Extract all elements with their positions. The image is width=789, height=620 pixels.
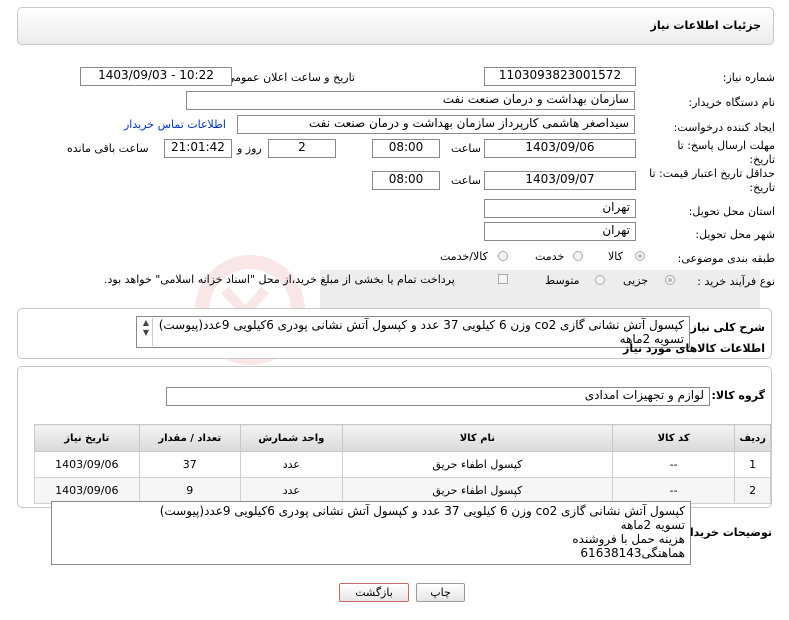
process-option-medium: متوسط [545, 274, 580, 287]
reply-days-field[interactable]: 2 [268, 139, 336, 158]
description-label: شرح کلی نیاز: [686, 321, 765, 334]
cell-row: 2 [734, 477, 771, 504]
buyer-org-label: نام دستگاه خریدار: [688, 96, 775, 109]
cell-goods-code: -- [612, 477, 736, 504]
header-goods-code: کد کالا [612, 424, 736, 452]
announce-label: تاریخ و ساعت اعلان عمومی: [222, 71, 355, 84]
price-time-label: ساعت [451, 174, 481, 187]
category-radio-goods[interactable] [635, 251, 645, 261]
buyer-notes-line-1: کپسول آتش نشانی گازی co2 وزن 6 کیلویی 37… [159, 504, 685, 518]
goods-group-label: گروه کالا: [711, 389, 765, 402]
category-option-goods-service: کالا/خدمت [440, 250, 488, 263]
header-need-date: تاریخ نیاز [34, 424, 140, 452]
process-option-minor: جزیی [623, 274, 649, 287]
cell-goods-code: -- [612, 451, 736, 478]
panel-title: جزئیات اطلاعات نیاز [650, 19, 762, 32]
goods-table: تاریخ نیاز تعداد / مقدار واحد شمارش نام … [34, 424, 771, 504]
buyer-org-field[interactable]: سازمان بهداشت و درمان صنعت نفت [186, 91, 635, 110]
cell-unit: عدد [239, 477, 343, 504]
category-option-goods: کالا [608, 250, 623, 263]
cell-goods-name: کپسول اطفاء حریق [341, 477, 614, 504]
cell-row: 1 [734, 451, 771, 478]
description-line-2: تسویه 2ماهه [619, 332, 684, 346]
cell-need-date: 1403/09/06 [34, 451, 140, 478]
reply-days-label: روز و [237, 142, 262, 155]
reply-time-field[interactable]: 08:00 [372, 139, 440, 158]
scroll-down-icon[interactable]: ▼ [140, 328, 152, 338]
print-button[interactable]: چاپ [416, 583, 465, 602]
category-radio-service[interactable] [573, 251, 583, 261]
goods-group-field[interactable]: لوازم و تجهیزات امدادی [166, 387, 710, 406]
process-radio-medium[interactable] [595, 275, 605, 285]
category-radio-goods-service[interactable] [498, 251, 508, 261]
table-row[interactable]: 1403/09/06 37 عدد کپسول اطفاء حریق -- 1 [34, 451, 771, 478]
treasury-note: پرداخت تمام یا بخشی از مبلغ خرید،از محل … [104, 273, 455, 286]
header-row: ردیف [734, 424, 771, 452]
buyer-notes-line-3: هزینه حمل با فروشنده [572, 532, 685, 546]
header-unit: واحد شمارش [239, 424, 343, 452]
process-radio-minor[interactable] [665, 275, 675, 285]
buyer-notes-line-2: تسویه 2ماهه [620, 518, 685, 532]
buyer-notes-line-4: هماهنگی61638143 [580, 546, 685, 560]
need-number-field[interactable]: 1103093823001572 [484, 67, 636, 86]
remaining-label: ساعت باقی مانده [67, 142, 149, 155]
province-field[interactable]: تهران [484, 199, 636, 218]
cell-quantity: 9 [138, 477, 241, 504]
header-goods-name: نام کالا [341, 424, 614, 452]
cell-need-date: 1403/09/06 [34, 477, 140, 504]
cell-goods-name: کپسول اطفاء حریق [341, 451, 614, 478]
category-label: طبقه بندی موضوعی: [677, 252, 775, 265]
reply-date-field[interactable]: 1403/09/06 [484, 139, 636, 158]
buyer-contact-link[interactable]: اطلاعات تماس خریدار [124, 118, 226, 131]
price-date-field[interactable]: 1403/09/07 [484, 171, 636, 190]
city-label: شهر محل تحویل: [695, 228, 775, 241]
back-button[interactable]: بازگشت [339, 583, 409, 602]
header-quantity: تعداد / مقدار [138, 424, 241, 452]
table-header-row: تاریخ نیاز تعداد / مقدار واحد شمارش نام … [34, 424, 771, 452]
requester-label: ایجاد کننده درخواست: [673, 121, 775, 134]
goods-info-title: اطلاعات کالاهای مورد نیاز [623, 342, 765, 355]
reply-time-label: ساعت [451, 142, 481, 155]
details-header-panel: جزئیات اطلاعات نیاز [17, 7, 774, 45]
province-label: استان محل تحویل: [688, 205, 775, 218]
cell-unit: عدد [239, 451, 343, 478]
remaining-time-field[interactable]: 21:01:42 [164, 139, 232, 158]
buyer-notes-textarea[interactable]: کپسول آتش نشانی گازی co2 وزن 6 کیلویی 37… [51, 501, 691, 565]
city-field[interactable]: تهران [484, 222, 636, 241]
requester-field[interactable]: سیداصغر هاشمی کارپرداز سازمان بهداشت و د… [237, 115, 635, 134]
scroll-up-icon[interactable]: ▲ [140, 318, 152, 328]
cell-quantity: 37 [138, 451, 241, 478]
category-option-service: خدمت [535, 250, 565, 263]
buyer-notes-label: توضیحات خریدار: [679, 526, 772, 539]
treasury-checkbox[interactable] [498, 274, 508, 284]
process-label: نوع فرآیند خرید : [697, 275, 775, 288]
price-validity-label: حداقل تاریخ اعتبار قیمت: تا تاریخ: [649, 167, 775, 194]
price-time-field[interactable]: 08:00 [372, 171, 440, 190]
table-row[interactable]: 1403/09/06 9 عدد کپسول اطفاء حریق -- 2 [34, 477, 771, 504]
description-scrollbar[interactable]: ▲ ▼ [140, 318, 153, 346]
reply-deadline-label: مهلت ارسال پاسخ: تا تاریخ: [677, 139, 775, 166]
description-line-1: کپسول آتش نشانی گازی co2 وزن 6 کیلویی 37… [158, 318, 684, 332]
need-number-label: شماره نیاز: [722, 71, 775, 84]
announce-field[interactable]: 1403/09/03 - 10:22 [80, 67, 232, 86]
description-textarea[interactable]: کپسول آتش نشانی گازی co2 وزن 6 کیلویی 37… [136, 316, 690, 348]
